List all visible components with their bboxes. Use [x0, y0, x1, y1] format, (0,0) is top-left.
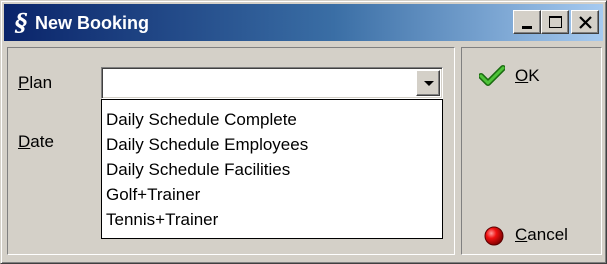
window-title: New Booking — [35, 13, 150, 33]
app-logo-icon: § — [14, 8, 28, 37]
minimize-button[interactable] — [513, 10, 541, 34]
new-booking-window: § New Booking Plan Date Daily Schedule C… — [0, 0, 607, 264]
dropdown-option[interactable]: Daily Schedule Employees — [102, 132, 442, 157]
plan-dropdown-list: Daily Schedule Complete Daily Schedule E… — [101, 99, 443, 239]
ok-button-label: OK — [515, 66, 540, 85]
cancel-button-label: Cancel — [515, 225, 568, 244]
close-icon — [579, 16, 592, 29]
checkmark-icon — [479, 65, 505, 86]
plan-label: Plan — [18, 73, 53, 92]
date-label: Date — [18, 132, 54, 151]
maximize-button[interactable] — [541, 10, 569, 34]
close-button[interactable] — [571, 10, 599, 34]
cancel-button[interactable]: Cancel — [469, 217, 595, 253]
maximize-icon — [549, 16, 562, 28]
plan-combobox[interactable] — [101, 67, 443, 99]
ok-button[interactable]: OK — [469, 58, 595, 94]
title-bar[interactable]: § New Booking — [4, 4, 603, 41]
dropdown-option[interactable]: Golf+Trainer — [102, 182, 442, 207]
red-dot-icon — [484, 226, 504, 246]
dropdown-option[interactable]: Daily Schedule Facilities — [102, 157, 442, 182]
dropdown-option[interactable]: Daily Schedule Complete — [102, 107, 442, 132]
plan-dropdown-button[interactable] — [416, 70, 440, 96]
dropdown-option[interactable]: Tennis+Trainer — [102, 207, 442, 232]
chevron-down-icon — [424, 81, 434, 86]
minimize-icon — [522, 26, 532, 29]
